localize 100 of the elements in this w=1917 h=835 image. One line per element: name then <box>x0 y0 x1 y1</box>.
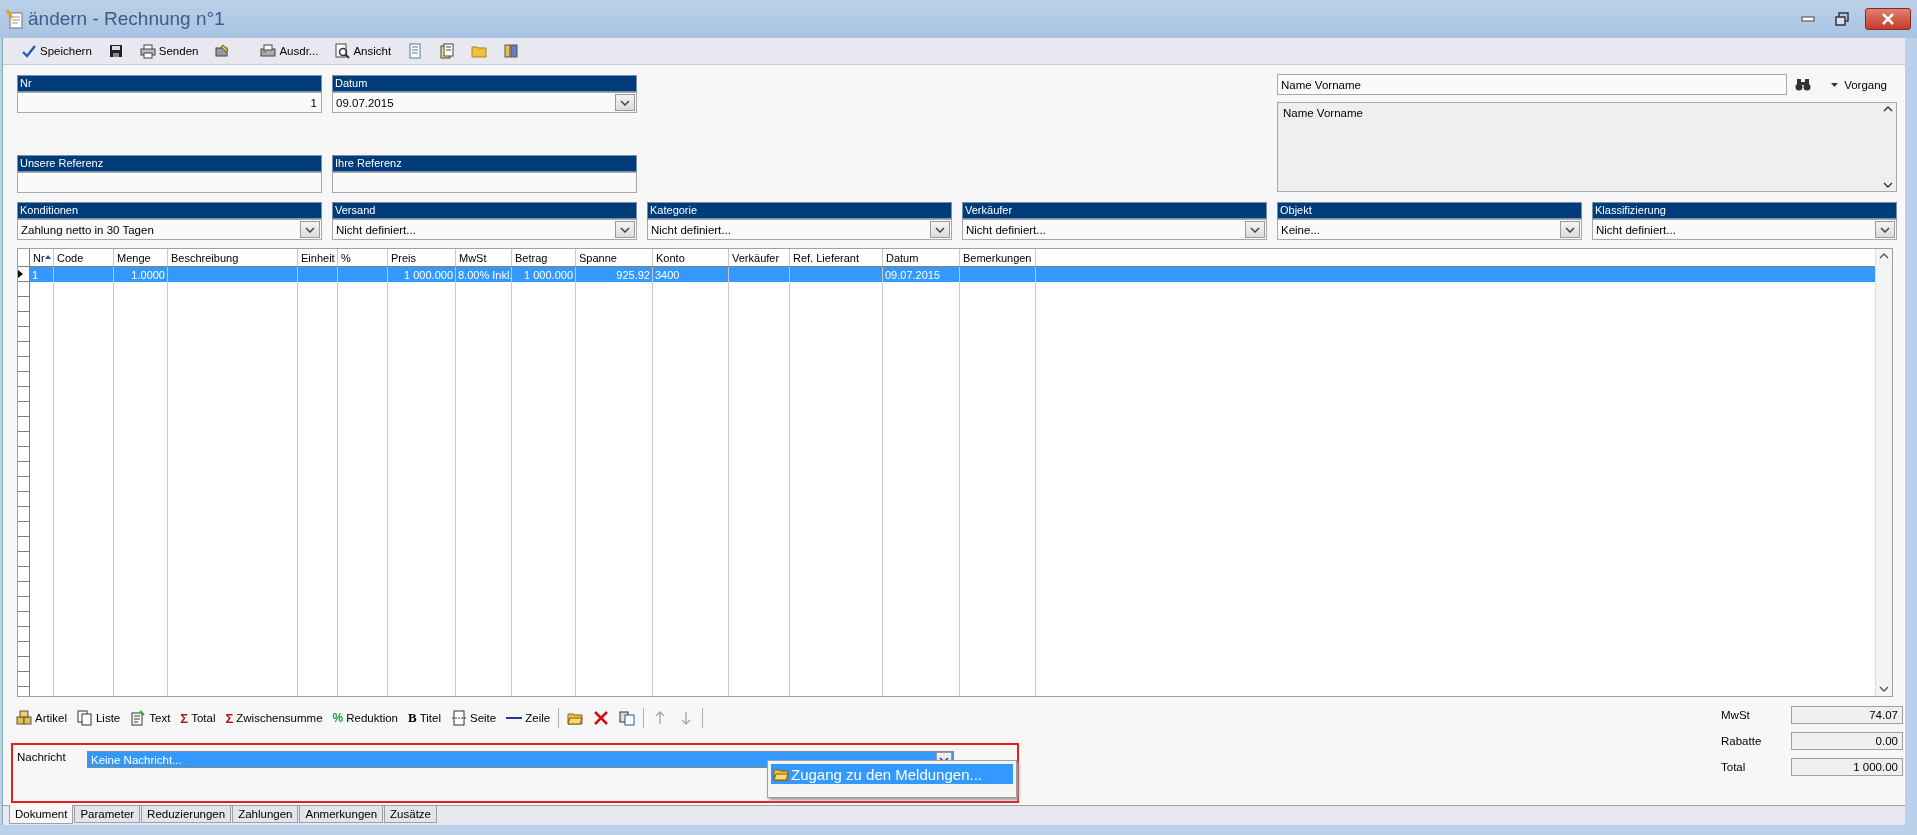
input-field[interactable] <box>332 172 637 193</box>
toolbar-button[interactable]: Text <box>125 708 176 728</box>
copy-icon <box>76 710 93 726</box>
column-header[interactable]: Datum <box>883 249 960 266</box>
toolbar-button[interactable]: Σ Total <box>175 708 221 728</box>
tab[interactable]: Zusätze <box>384 806 437 823</box>
column-header[interactable]: Preis <box>388 249 456 266</box>
field-label: Versand <box>332 202 637 219</box>
table-cell: 8.00% Inkl. <box>458 268 511 281</box>
line-icon <box>506 717 523 719</box>
binder-icon <box>503 43 520 59</box>
column-header[interactable]: Bemerkungen <box>960 249 1036 266</box>
column-header[interactable]: Konto <box>653 249 729 266</box>
field-label: Kategorie <box>647 202 952 219</box>
total-value: 1 000.00 <box>1791 758 1903 776</box>
dropdown-field[interactable]: Keine... <box>1277 219 1582 240</box>
field-label: Objekt <box>1277 202 1582 219</box>
printer-icon <box>139 43 156 59</box>
field-label: Datum <box>332 75 637 92</box>
field-label: Unsere Referenz <box>17 155 322 172</box>
delete-icon <box>593 710 610 726</box>
input-field[interactable] <box>17 172 322 193</box>
total-value: 0.00 <box>1791 732 1903 750</box>
tab[interactable]: Parameter <box>74 806 141 823</box>
column-header[interactable]: Beschreibung <box>168 249 298 266</box>
total-label: Total <box>1720 761 1747 773</box>
toolbar-button[interactable]: Ausdr... <box>254 41 325 61</box>
column-header[interactable]: Spanne <box>576 249 653 266</box>
toolbar-button[interactable]: Zeile <box>501 710 556 726</box>
menu-button[interactable]: Vorgang <box>1819 78 1897 91</box>
dropdown-field[interactable]: Nicht definiert... <box>962 219 1267 240</box>
scroll-up-icon[interactable] <box>1882 106 1893 112</box>
toolbar-button[interactable]: % Reduktion <box>327 709 403 727</box>
column-header[interactable]: Verkäufer <box>729 249 790 266</box>
minimize-icon[interactable] <box>1801 16 1815 22</box>
column-header[interactable]: Einheit <box>298 249 338 266</box>
toolbar-button[interactable]: Senden <box>133 41 205 61</box>
save-icon <box>107 43 124 59</box>
toolbar-button[interactable]: Speichern <box>15 41 98 61</box>
caret-icon <box>1831 82 1839 87</box>
printer-icon <box>260 43 277 59</box>
column-header[interactable]: Menge <box>114 249 168 266</box>
tab[interactable]: Dokument <box>9 805 74 824</box>
input-field[interactable]: 1 <box>17 92 322 113</box>
scroll-down-icon[interactable] <box>1879 686 1889 692</box>
scroll-down-icon[interactable] <box>1882 182 1893 188</box>
binoculars-icon[interactable] <box>1795 77 1812 92</box>
boxes-icon <box>16 710 32 726</box>
tab[interactable]: Reduzierungen <box>141 806 232 823</box>
table-cell: 925.92 <box>616 268 650 281</box>
dropdown-field[interactable]: Nicht definiert... <box>332 219 637 240</box>
column-header[interactable]: MwSt <box>456 249 512 266</box>
total-label: Rabatte <box>1720 735 1763 747</box>
field-label: Nr <box>17 75 322 92</box>
table-cell: 1 000.000 <box>404 268 453 281</box>
close-icon <box>1881 13 1895 25</box>
field-label: Verkäufer <box>962 202 1267 219</box>
dropdown-field[interactable]: Nicht definiert... <box>1592 219 1897 240</box>
scroll-up-icon[interactable] <box>1879 253 1889 259</box>
column-header[interactable]: Nr <box>30 249 54 266</box>
column-header[interactable]: Betrag <box>512 249 576 266</box>
toolbar-button[interactable]: Σ Zwischensumme <box>220 708 328 728</box>
sort-arrow-icon <box>45 255 51 259</box>
table-cell: 1 000.000 <box>524 268 573 281</box>
restore-icon[interactable] <box>1835 12 1849 26</box>
current-row-icon <box>18 270 23 278</box>
document-pen-icon <box>6 9 24 29</box>
toolbar-button[interactable]: Ansicht <box>328 41 398 61</box>
note-icon <box>130 710 147 726</box>
toolbar-button[interactable]: Liste <box>71 708 126 728</box>
check-icon <box>21 43 37 59</box>
tab[interactable]: Anmerkungen <box>299 806 384 823</box>
folder-icon <box>567 710 584 726</box>
folder-icon <box>471 43 488 59</box>
toolbar-button[interactable]: Seite <box>446 708 502 728</box>
documents-icon <box>439 43 456 59</box>
field-label: Ihre Referenz <box>332 155 637 172</box>
dropdown-field[interactable]: Zahlung netto in 30 Tagen <box>17 219 322 240</box>
folder-icon <box>773 766 789 782</box>
column-header[interactable]: % <box>338 249 388 266</box>
address-field[interactable]: Name Vorname <box>1277 102 1897 192</box>
table-cell: 09.07.2015 <box>885 268 941 281</box>
toolbar-button[interactable]: Artikel <box>11 708 72 728</box>
tools-icon <box>214 43 231 59</box>
dropdown-field[interactable]: 09.07.2015 <box>332 92 637 113</box>
column-header[interactable]: Code <box>54 249 114 266</box>
tab[interactable]: Zahlungen <box>232 806 299 823</box>
total-value: 74.07 <box>1791 706 1903 724</box>
table-cell: 1.0000 <box>131 268 165 281</box>
column-header[interactable]: Ref. Lieferant <box>790 249 883 266</box>
customer-field[interactable]: Name Vorname <box>1277 74 1788 95</box>
field-label: Konditionen <box>17 202 322 219</box>
page-break-icon <box>451 710 467 726</box>
dropdown-field[interactable]: Nicht definiert... <box>647 219 952 240</box>
preview-icon <box>334 43 351 59</box>
close-button[interactable] <box>1865 8 1911 30</box>
field-label: Nachricht <box>17 751 67 763</box>
document-icon <box>407 43 424 59</box>
table-cell: 3400 <box>655 268 680 281</box>
toolbar-button[interactable]: B Titel <box>403 708 446 728</box>
